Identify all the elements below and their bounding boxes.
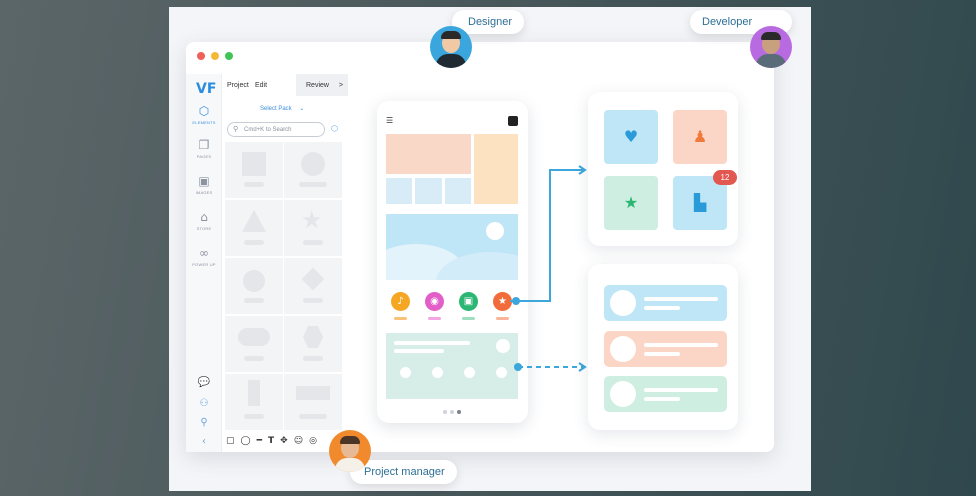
- list-item[interactable]: [604, 331, 727, 367]
- developer-avatar: [750, 26, 792, 68]
- star-icon[interactable]: ★: [604, 176, 658, 230]
- heart-icon[interactable]: ♥: [604, 110, 658, 164]
- connectors: [510, 165, 587, 372]
- list-item[interactable]: [604, 376, 727, 412]
- user-icon[interactable]: ♟: [673, 110, 727, 164]
- notification-badge: 12: [713, 170, 737, 185]
- project-manager-avatar: [329, 430, 371, 472]
- designer-avatar: [430, 26, 472, 68]
- list-item[interactable]: [604, 285, 727, 321]
